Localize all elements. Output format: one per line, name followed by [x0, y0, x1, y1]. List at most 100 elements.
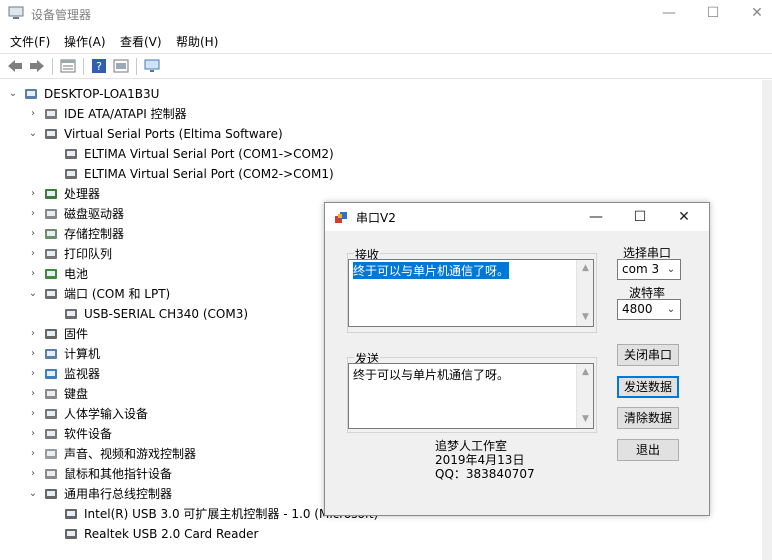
chevron-right-icon[interactable]: ›: [28, 344, 38, 364]
minimize-button[interactable]: —: [646, 0, 692, 28]
port-icon: [65, 309, 77, 319]
chevron-right-icon[interactable]: ›: [28, 404, 38, 424]
chevron-right-icon[interactable]: ›: [28, 364, 38, 384]
cpu-icon: [45, 189, 57, 199]
tree-item-label: 磁盘驱动器: [64, 207, 125, 221]
chevron-right-icon[interactable]: ›: [28, 384, 38, 404]
usb-icon: [65, 529, 77, 539]
dialog-maximize-button[interactable]: ☐: [618, 203, 662, 231]
dialog-close-button[interactable]: ✕: [662, 203, 706, 231]
tree-item-label: DESKTOP-LOA1B3U: [44, 87, 160, 101]
storage-icon: [45, 229, 57, 239]
serial-dialog: 串口V2 — ☐ ✕ 接收 终于可以与单片机通信了呀。 ▲ ▼ 发送 终于可以与…: [324, 202, 710, 516]
scroll-down-icon[interactable]: ▼: [577, 411, 594, 428]
clear-data-button[interactable]: 清除数据: [617, 407, 679, 429]
send-scrollbar[interactable]: ▲ ▼: [576, 364, 593, 428]
chevron-down-icon[interactable]: ⌄: [28, 124, 38, 144]
tree-item[interactable]: ⌄ Virtual Serial Ports (Eltima Software): [0, 124, 760, 144]
printer-icon: [45, 249, 57, 259]
chevron-down-icon[interactable]: ⌄: [8, 84, 18, 104]
maximize-button[interactable]: ☐: [690, 0, 736, 28]
chevron-right-icon[interactable]: ›: [28, 244, 38, 264]
chevron-right-icon[interactable]: ›: [28, 184, 38, 204]
chevron-right-icon[interactable]: ›: [28, 324, 38, 344]
menu-bar: 文件(F) 操作(A) 查看(V) 帮助(H): [0, 30, 772, 52]
toolbar-separator: [136, 58, 137, 75]
chevron-down-icon[interactable]: ⌄: [28, 484, 38, 504]
chevron-right-icon[interactable]: ›: [28, 264, 38, 284]
computer-icon: [45, 349, 57, 359]
tree-item-label: ELTIMA Virtual Serial Port (COM1->COM2): [84, 147, 334, 161]
update-driver-icon[interactable]: [112, 58, 130, 74]
firmware-icon: [45, 329, 57, 339]
tree-item-label: 键盘: [64, 387, 89, 401]
port-value: com 3: [622, 262, 660, 276]
receive-textbox[interactable]: 终于可以与单片机通信了呀。 ▲ ▼: [348, 259, 594, 327]
chevron-right-icon[interactable]: ›: [28, 224, 38, 244]
contact-qq: QQ：383840707: [435, 467, 535, 481]
send-data-button[interactable]: 发送数据: [617, 376, 679, 398]
tree-item[interactable]: ⌄ DESKTOP-LOA1B3U: [0, 84, 760, 104]
chevron-down-icon[interactable]: ⌄: [28, 284, 38, 304]
port-icon: [45, 289, 57, 299]
ide-icon: [45, 109, 57, 119]
tree-item-label: Virtual Serial Ports (Eltima Software): [64, 127, 283, 141]
dialog-titlebar: 串口V2 — ☐ ✕: [325, 203, 709, 231]
properties-icon[interactable]: [59, 58, 77, 74]
window-titlebar: 设备管理器 — ☐ ✕: [0, 0, 772, 28]
tree-item-label: 电池: [64, 267, 89, 281]
port-select[interactable]: com 3 ⌄: [617, 259, 681, 280]
tree-item[interactable]: › 处理器: [0, 184, 760, 204]
tree-item[interactable]: ELTIMA Virtual Serial Port (COM1->COM2): [0, 144, 760, 164]
monitor-icon[interactable]: [143, 58, 161, 74]
toolbar-separator: [83, 58, 84, 75]
tree-item[interactable]: ELTIMA Virtual Serial Port (COM2->COM1): [0, 164, 760, 184]
tree-item[interactable]: Realtek USB 2.0 Card Reader: [0, 524, 760, 544]
scroll-up-icon[interactable]: ▲: [577, 260, 594, 277]
menu-file[interactable]: 文件(F): [10, 33, 50, 50]
close-button[interactable]: ✕: [734, 0, 772, 28]
chevron-right-icon[interactable]: ›: [28, 204, 38, 224]
tree-item-label: 监视器: [64, 367, 101, 381]
tree-item-label: 端口 (COM 和 LPT): [64, 287, 171, 301]
computer-icon: [25, 89, 37, 99]
chevron-down-icon[interactable]: ⌄: [664, 262, 678, 277]
tree-item-label: 鼠标和其他指针设备: [64, 467, 173, 481]
tree-item-label: Realtek USB 2.0 Card Reader: [84, 527, 259, 541]
close-port-button[interactable]: 关闭串口: [617, 344, 679, 366]
monitor-icon: [45, 369, 57, 379]
sound-icon: [45, 449, 57, 459]
tree-scrollbar[interactable]: [762, 80, 772, 560]
dialog-minimize-button[interactable]: —: [574, 203, 618, 231]
tree-item-label: 通用串行总线控制器: [64, 487, 173, 501]
disk-icon: [45, 209, 57, 219]
menu-action[interactable]: 操作(A): [64, 33, 106, 50]
scroll-up-icon[interactable]: ▲: [577, 364, 594, 381]
exit-button[interactable]: 退出: [617, 439, 679, 461]
chevron-right-icon[interactable]: ›: [28, 104, 38, 124]
tree-item-label: USB-SERIAL CH340 (COM3): [84, 307, 249, 321]
forward-icon[interactable]: [28, 58, 46, 74]
keyboard-icon: [45, 389, 57, 399]
chevron-right-icon[interactable]: ›: [28, 424, 38, 444]
chevron-right-icon[interactable]: ›: [28, 444, 38, 464]
chevron-down-icon[interactable]: ⌄: [664, 302, 678, 317]
back-icon[interactable]: [6, 58, 24, 74]
tree-item[interactable]: › IDE ATA/ATAPI 控制器: [0, 104, 760, 124]
tree-item-label: ELTIMA Virtual Serial Port (COM2->COM1): [84, 167, 334, 181]
baud-select[interactable]: 4800 ⌄: [617, 299, 681, 320]
menu-view[interactable]: 查看(V): [120, 33, 162, 50]
scroll-down-icon[interactable]: ▼: [577, 309, 594, 326]
chevron-right-icon[interactable]: ›: [28, 464, 38, 484]
tree-item-label: 存储控制器: [64, 227, 125, 241]
menu-help[interactable]: 帮助(H): [176, 33, 218, 50]
window-title: 设备管理器: [31, 8, 92, 22]
tree-item-label: 打印队列: [64, 247, 113, 261]
receive-scrollbar[interactable]: ▲ ▼: [576, 260, 593, 326]
tree-item-label: 声音、视频和游戏控制器: [64, 447, 197, 461]
send-textbox[interactable]: 终于可以与单片机通信了呀。 ▲ ▼: [348, 363, 594, 429]
help-icon[interactable]: ?: [90, 58, 108, 74]
app-icon: [335, 212, 347, 223]
studio-name: 追梦人工作室: [435, 439, 508, 453]
tree-item-label: 计算机: [64, 347, 101, 361]
